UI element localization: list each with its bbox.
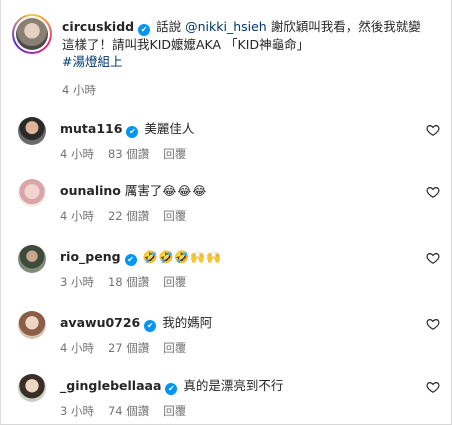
comment-emoji: 🤣🤣🤣🙌🙌 bbox=[142, 250, 223, 264]
comment-emoji: 😂😂😂 bbox=[162, 184, 208, 198]
author-avatar[interactable] bbox=[12, 14, 52, 54]
like-count[interactable]: 74 個讚 bbox=[108, 403, 149, 419]
comment-text: 真的是漂亮到不行 bbox=[183, 378, 284, 393]
verified-badge-icon: ✔ bbox=[126, 126, 139, 138]
comment-meta: 3 小時 74 個讚 回覆 bbox=[60, 403, 186, 419]
comment-username[interactable]: ounalino bbox=[60, 183, 121, 198]
author-username[interactable]: circuskidd bbox=[62, 19, 134, 34]
like-count[interactable]: 27 個讚 bbox=[108, 340, 149, 356]
heart-outline-icon[interactable] bbox=[426, 251, 440, 265]
heart-outline-icon[interactable] bbox=[426, 317, 440, 331]
verified-badge-icon: ✔ bbox=[124, 254, 137, 266]
comment-meta: 3 小時 18 個讚 回覆 bbox=[60, 274, 186, 290]
caption-text: circuskidd ✔ 話說 @nikki_hsieh 謝欣穎叫我看，然後我就變… bbox=[62, 18, 422, 70]
comment-item: rio_peng ✔ 🤣🤣🤣🙌🙌 3 小時 18 個讚 回覆 bbox=[12, 245, 442, 295]
comment-text: 我的媽阿 bbox=[162, 315, 213, 330]
comment-username[interactable]: _ginglebellaaa bbox=[60, 378, 161, 393]
comment-time: 3 小時 bbox=[60, 275, 94, 289]
caption-prefix: 話說 bbox=[156, 19, 182, 34]
comment-body: muta116 ✔ 美麗佳人 bbox=[60, 120, 194, 138]
like-count[interactable]: 18 個讚 bbox=[108, 274, 149, 290]
reply-button[interactable]: 回覆 bbox=[163, 208, 186, 224]
post-time: 4 小時 bbox=[62, 83, 96, 97]
heart-outline-icon[interactable] bbox=[426, 185, 440, 199]
reply-button[interactable]: 回覆 bbox=[163, 274, 186, 290]
comment-item: avawu0726 ✔ 我的媽阿 4 小時 27 個讚 回覆 bbox=[12, 311, 442, 361]
commenter-avatar[interactable] bbox=[18, 311, 46, 339]
commenter-avatar[interactable] bbox=[18, 179, 46, 207]
like-count[interactable]: 83 個讚 bbox=[108, 146, 149, 162]
verified-badge-icon: ✔ bbox=[144, 320, 157, 332]
mention-link[interactable]: @nikki_hsieh bbox=[185, 19, 267, 34]
comment-item: _ginglebellaaa ✔ 真的是漂亮到不行 3 小時 74 個讚 回覆 bbox=[12, 374, 442, 424]
heart-outline-icon[interactable] bbox=[426, 380, 440, 394]
comment-time: 4 小時 bbox=[60, 147, 94, 161]
commenter-avatar[interactable] bbox=[18, 374, 46, 402]
comment-item: ounalino 厲害了😂😂😂 4 小時 22 個讚 回覆 bbox=[12, 179, 442, 229]
comment-body: avawu0726 ✔ 我的媽阿 bbox=[60, 314, 212, 332]
comment-time: 3 小時 bbox=[60, 404, 94, 418]
comment-username[interactable]: rio_peng bbox=[60, 249, 121, 264]
comment-text: 美麗佳人 bbox=[144, 121, 195, 136]
comment-username[interactable]: avawu0726 bbox=[60, 315, 140, 330]
commenter-avatar[interactable] bbox=[18, 117, 46, 145]
comment-text: 厲害了 bbox=[124, 183, 163, 198]
comment-time: 4 小時 bbox=[60, 341, 94, 355]
comment-body: _ginglebellaaa ✔ 真的是漂亮到不行 bbox=[60, 377, 283, 395]
comment-meta: 4 小時 27 個讚 回覆 bbox=[60, 340, 186, 356]
verified-badge-icon: ✔ bbox=[165, 383, 178, 395]
like-count[interactable]: 22 個讚 bbox=[108, 208, 149, 224]
reply-button[interactable]: 回覆 bbox=[163, 146, 186, 162]
comment-body: rio_peng ✔ 🤣🤣🤣🙌🙌 bbox=[60, 248, 222, 266]
comment-username[interactable]: muta116 bbox=[60, 121, 122, 136]
heart-outline-icon[interactable] bbox=[426, 123, 440, 137]
reply-button[interactable]: 回覆 bbox=[163, 403, 186, 419]
comment-meta: 4 小時 83 個讚 回覆 bbox=[60, 146, 186, 162]
comment-time: 4 小時 bbox=[60, 209, 94, 223]
comment-meta: 4 小時 22 個讚 回覆 bbox=[60, 208, 186, 224]
verified-badge-icon: ✔ bbox=[138, 24, 151, 36]
reply-button[interactable]: 回覆 bbox=[163, 340, 186, 356]
comment-body: ounalino 厲害了😂😂😂 bbox=[60, 182, 207, 200]
commenter-avatar[interactable] bbox=[18, 245, 46, 273]
comment-item: muta116 ✔ 美麗佳人 4 小時 83 個讚 回覆 bbox=[12, 117, 442, 167]
hashtag-link[interactable]: #湯燈組上 bbox=[62, 54, 122, 69]
